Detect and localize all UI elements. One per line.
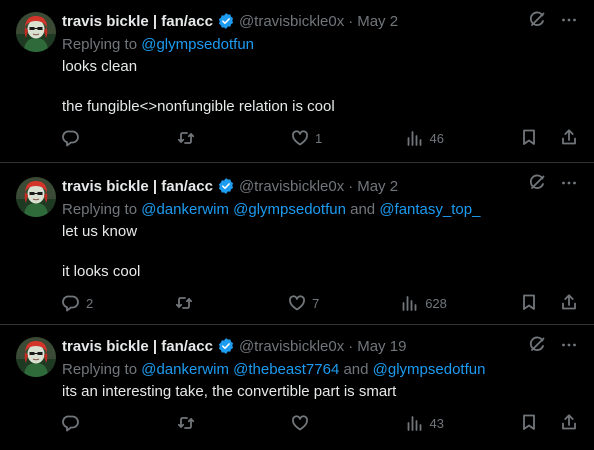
reply-count: 2 [86,295,94,311]
reply-button[interactable] [62,129,102,147]
tweet-actions: 1 46 [62,121,578,155]
views-button[interactable]: 43 [406,414,446,432]
more-icon[interactable] [560,11,578,34]
reply-mentions-extra[interactable]: @fantasy_top_ [379,201,480,218]
tweet-date[interactable]: May 2 [357,178,398,195]
replying-to-label: Replying to [62,36,138,53]
like-count: 1 [315,130,323,146]
author-name[interactable]: travis bickle | fan/acc [62,13,213,30]
views-count: 46 [429,130,444,146]
author-handle[interactable]: @travisbickle0x [239,338,344,355]
retweet-button[interactable] [177,414,217,432]
more-icon[interactable] [560,336,578,359]
reply-icon [62,414,80,432]
retweet-icon [175,294,193,312]
grok-icon[interactable] [528,174,546,197]
tweet-text: looks clean the fungible<>nonfungible re… [62,58,335,115]
verified-badge-icon [217,12,235,30]
author-handle[interactable]: @travisbickle0x [239,13,344,30]
reply-mentions-extra[interactable]: @glympsedotfun [373,361,486,378]
grok-icon[interactable] [528,336,546,359]
reply-and: and [343,361,369,378]
tweet-actions-right [520,413,578,434]
avatar[interactable] [16,337,56,377]
bookmark-icon[interactable] [520,413,538,434]
reply-mentions[interactable]: @glympsedotfun [141,36,254,53]
replying-to: Replying to @glympsedotfun [62,35,578,55]
views-icon [406,414,424,432]
reply-icon [62,294,80,312]
tweet-date[interactable]: May 19 [357,338,406,355]
replying-to: Replying to @dankerwim @glympsedotfun an… [62,200,578,220]
retweet-button[interactable] [177,129,217,147]
views-button[interactable]: 628 [401,294,447,312]
retweet-icon [177,414,195,432]
reply-button[interactable]: 2 [62,294,102,312]
tweet-actions-right [520,128,578,149]
tweet[interactable]: travis bickle | fan/acc @travisbickle0x … [0,163,594,325]
like-icon [288,294,306,312]
views-count: 628 [425,295,447,311]
views-count: 43 [429,415,444,431]
share-icon[interactable] [560,128,578,149]
bookmark-icon[interactable] [520,293,538,314]
tweet-top-icons [528,11,578,34]
author-name[interactable]: travis bickle | fan/acc [62,178,213,195]
tweet-date[interactable]: May 2 [357,13,398,30]
author-handle[interactable]: @travisbickle0x [239,178,344,195]
verified-badge-icon [217,337,235,355]
replying-to-label: Replying to [62,361,138,378]
separator: · [348,177,354,195]
views-icon [406,129,424,147]
tweet-actions: 2 7 628 [62,286,578,320]
tweet[interactable]: travis bickle | fan/acc @travisbickle0x … [0,325,594,450]
reply-icon [62,129,80,147]
timeline: travis bickle | fan/acc @travisbickle0x … [0,0,594,450]
separator: · [348,337,354,355]
like-button[interactable] [291,414,331,432]
like-button[interactable]: 1 [291,129,331,147]
reply-mentions[interactable]: @dankerwim @glympsedotfun [141,201,346,218]
retweet-button[interactable] [175,294,215,312]
reply-and: and [350,201,376,218]
tweet-actions: 43 [62,406,578,440]
separator: · [348,12,354,30]
replying-to-label: Replying to [62,201,138,218]
author-name[interactable]: travis bickle | fan/acc [62,338,213,355]
like-count: 7 [312,295,320,311]
tweet-text: its an interesting take, the convertible… [62,383,397,400]
tweet-actions-right [520,293,578,314]
grok-icon[interactable] [528,11,546,34]
reply-button[interactable] [62,414,102,432]
tweet[interactable]: travis bickle | fan/acc @travisbickle0x … [0,0,594,163]
tweet-top-icons [528,336,578,359]
verified-badge-icon [217,177,235,195]
like-icon [291,414,309,432]
avatar[interactable] [16,177,56,217]
share-icon[interactable] [560,413,578,434]
like-button[interactable]: 7 [288,294,328,312]
tweet-header: travis bickle | fan/acc @travisbickle0x … [62,176,578,196]
views-button[interactable]: 46 [406,129,446,147]
avatar[interactable] [16,12,56,52]
retweet-icon [177,129,195,147]
tweet-text: let us know it looks cool [62,223,141,280]
tweet-header: travis bickle | fan/acc @travisbickle0x … [62,336,578,356]
tweet-top-icons [528,174,578,197]
replying-to: Replying to @dankerwim @thebeast7764 and… [62,360,578,380]
bookmark-icon[interactable] [520,128,538,149]
reply-mentions[interactable]: @dankerwim @thebeast7764 [141,361,339,378]
tweet-header: travis bickle | fan/acc @travisbickle0x … [62,11,578,31]
like-icon [291,129,309,147]
more-icon[interactable] [560,174,578,197]
views-icon [401,294,419,312]
share-icon[interactable] [560,293,578,314]
